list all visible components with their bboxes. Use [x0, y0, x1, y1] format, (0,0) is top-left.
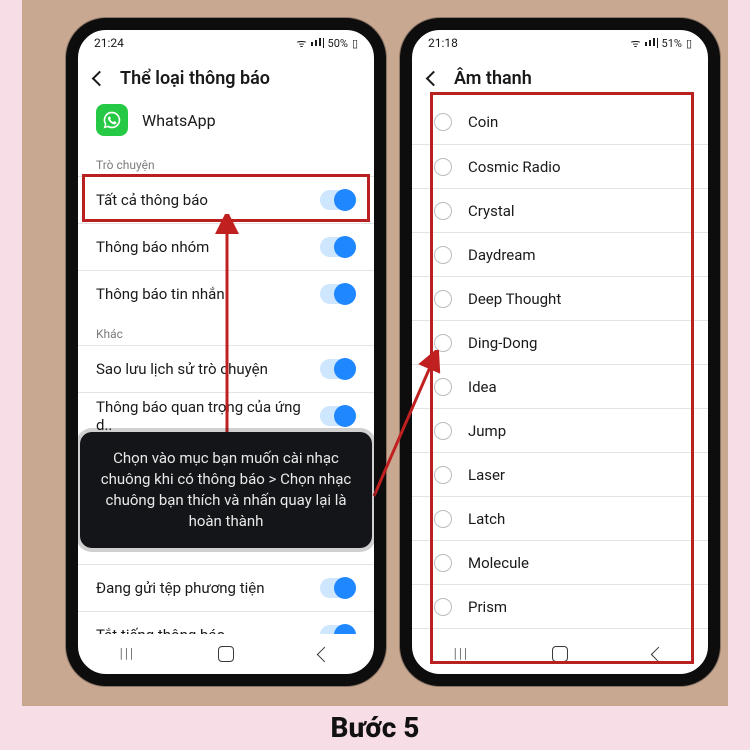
row-label: Thông báo quan trọng của ứng d..: [96, 398, 320, 434]
settings-scroll[interactable]: WhatsApp Trò chuyện Tất cả thông báo Thô…: [78, 100, 374, 634]
nav-home-button[interactable]: [546, 644, 574, 664]
sound-option[interactable]: Daydream: [412, 232, 708, 276]
nav-recents-button[interactable]: [447, 644, 475, 664]
radio-icon[interactable]: [434, 246, 452, 264]
sound-list[interactable]: Coin Cosmic Radio Crystal Daydream Deep Thou…: [412, 100, 708, 634]
toggle-all[interactable]: [320, 190, 356, 210]
radio-icon[interactable]: [434, 113, 452, 131]
page-title: Âm thanh: [454, 68, 532, 89]
battery-icon: ▯: [686, 37, 692, 50]
battery-label: 50%: [328, 37, 348, 50]
clock-label: 21:18: [428, 36, 458, 50]
row-label: Sao lưu lịch sử trò chuyện: [96, 360, 268, 378]
toggle-group[interactable]: [320, 237, 356, 257]
page-title: Thể loại thông báo: [120, 68, 270, 89]
step-caption: Bước 5: [0, 711, 750, 744]
sound-option[interactable]: Prism: [412, 584, 708, 628]
sound-label: Crystal: [468, 202, 515, 220]
wifi-icon: ᯤ: [296, 36, 306, 51]
radio-icon[interactable]: [434, 334, 452, 352]
sound-label: Laser: [468, 466, 505, 484]
battery-label: 51%: [662, 37, 682, 50]
row-label: Thông báo tin nhắn: [96, 285, 225, 303]
row-message-notifications[interactable]: Thông báo tin nhắn: [78, 270, 374, 317]
sound-label: Idea: [468, 378, 497, 396]
sound-label: Deep Thought: [468, 290, 561, 308]
sound-option[interactable]: Laser: [412, 452, 708, 496]
phone-right: 21:18 ᯤ 51% ▯ Âm thanh CoinCosmic RadioC…: [400, 18, 720, 686]
sound-option[interactable]: Molecule: [412, 540, 708, 584]
radio-icon[interactable]: [434, 158, 452, 176]
sound-label: Jump: [468, 422, 506, 440]
instruction-tooltip: Chọn vào mục bạn muốn cài nhạc chuông kh…: [80, 432, 372, 548]
status-icons: ᯤ 50% ▯: [296, 36, 358, 51]
section-chat-label: Trò chuyện: [78, 148, 374, 176]
row-label: Tắt tiếng thông báo: [96, 626, 225, 634]
signal-icon: [645, 38, 658, 48]
sound-label: Cosmic Radio: [468, 158, 561, 176]
radio-icon[interactable]: [434, 510, 452, 528]
toggle-msg[interactable]: [320, 284, 356, 304]
row-backup[interactable]: Sao lưu lịch sử trò chuyện: [78, 345, 374, 392]
toggle-mute[interactable]: [320, 625, 356, 634]
status-bar: 21:24 ᯤ 50% ▯: [78, 30, 374, 56]
row-all-notifications[interactable]: Tất cả thông báo: [78, 176, 374, 223]
toggle-backup[interactable]: [320, 359, 356, 379]
whatsapp-icon: [96, 104, 128, 136]
sound-option[interactable]: Coin: [412, 100, 708, 144]
sound-label: Molecule: [468, 554, 529, 572]
sound-label: Latch: [468, 510, 505, 528]
status-icons: ᯤ 51% ▯: [630, 36, 692, 51]
signal-icon: [311, 38, 324, 48]
toggle-media[interactable]: [320, 578, 356, 598]
tooltip-text: Chọn vào mục bạn muốn cài nhạc chuông kh…: [101, 449, 351, 530]
back-icon[interactable]: [90, 69, 108, 87]
radio-icon[interactable]: [434, 290, 452, 308]
radio-icon[interactable]: [434, 554, 452, 572]
sound-label: Daydream: [468, 246, 536, 264]
android-nav-bar: [412, 634, 708, 674]
row-label: Đang gửi tệp phương tiện: [96, 579, 265, 597]
battery-icon: ▯: [352, 37, 358, 50]
sound-option[interactable]: Deep Thought: [412, 276, 708, 320]
back-icon[interactable]: [424, 69, 442, 87]
radio-icon[interactable]: [434, 598, 452, 616]
sound-option[interactable]: Idea: [412, 364, 708, 408]
row-media[interactable]: Đang gửi tệp phương tiện: [78, 564, 374, 611]
nav-back-button[interactable]: [311, 644, 339, 664]
section-other-label: Khác: [78, 317, 374, 345]
phone-left: 21:24 ᯤ 50% ▯ Thể loại thông báo WhatsAp…: [66, 18, 386, 686]
sound-label: Ding-Dong: [468, 334, 537, 352]
toggle-critical[interactable]: [320, 406, 356, 426]
status-bar: 21:18 ᯤ 51% ▯: [412, 30, 708, 56]
row-label: Thông báo nhóm: [96, 238, 209, 256]
sound-option[interactable]: Latch: [412, 496, 708, 540]
radio-icon[interactable]: [434, 466, 452, 484]
android-nav-bar: [78, 634, 374, 674]
nav-recents-button[interactable]: [113, 644, 141, 664]
sound-option[interactable]: Crystal: [412, 188, 708, 232]
sound-option[interactable]: Ding-Dong: [412, 320, 708, 364]
nav-home-button[interactable]: [212, 644, 240, 664]
radio-icon[interactable]: [434, 378, 452, 396]
row-label: Tất cả thông báo: [96, 191, 208, 209]
sound-label: Prism: [468, 598, 507, 616]
wifi-icon: ᯤ: [630, 36, 640, 51]
row-group-notifications[interactable]: Thông báo nhóm: [78, 223, 374, 270]
page-header: Âm thanh: [412, 56, 708, 100]
radio-icon[interactable]: [434, 202, 452, 220]
sound-label: Coin: [468, 113, 498, 131]
row-mute[interactable]: Tắt tiếng thông báo: [78, 611, 374, 634]
radio-icon[interactable]: [434, 422, 452, 440]
sound-option[interactable]: Jump: [412, 408, 708, 452]
nav-back-button[interactable]: [645, 644, 673, 664]
clock-label: 21:24: [94, 36, 124, 50]
page-header: Thể loại thông báo: [78, 56, 374, 100]
app-name-label: WhatsApp: [142, 111, 216, 130]
sound-option[interactable]: Cosmic Radio: [412, 144, 708, 188]
app-row[interactable]: WhatsApp: [78, 100, 374, 148]
